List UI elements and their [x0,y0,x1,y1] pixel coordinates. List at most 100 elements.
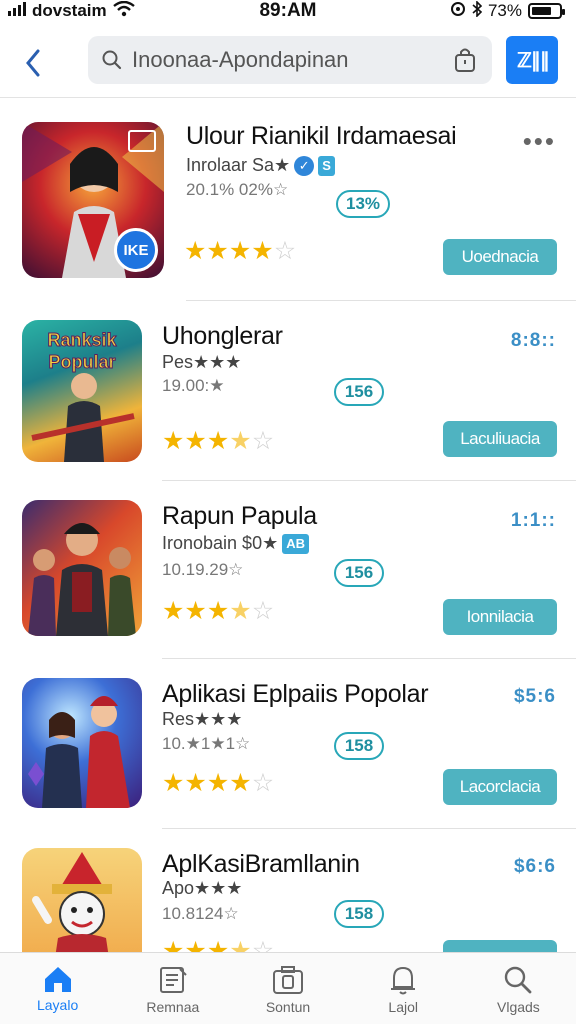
rating-star-icon: ★ [162,937,185,952]
rating-star-icon: ☆ [251,937,275,952]
app-subtitle-text: Res★★★ [162,709,243,729]
battery-percent: 73% [487,1,522,20]
rating-star-icon: ☆ [273,237,297,265]
rating-star-icon: ★ [184,769,207,797]
app-title[interactable]: AplKasiBramllanin [162,850,360,879]
shopping-bag-icon[interactable] [452,46,478,74]
more-options-button[interactable]: ••• [523,128,556,154]
download-button[interactable]: Laculiuacia [443,421,557,457]
bluetooth-icon [472,0,483,22]
rating-star-icon: ★ [229,427,252,455]
wifi-icon [112,0,135,22]
rating-star-icon: ★ [162,769,185,797]
search-icon [102,50,122,70]
app-meta: 10.8124☆ [162,904,239,923]
size-badge: 158 [334,900,384,928]
app-thumbnail[interactable]: IKE [22,122,164,278]
app-list: IKE Ulour Rianikil Irdamaesai ••• Inrola… [0,100,576,952]
app-title[interactable]: Uhonglerar [162,322,283,351]
top-right-meta: 8:8:: [510,330,556,351]
bottom-tab-bar: Layalo Remnaa Sontun Lajol Vlgads [0,952,576,1024]
app-subtitle: Apo★★★ [162,878,242,899]
rating-star-icon: ☆ [251,427,275,455]
tab-search[interactable]: Vlgads [461,953,576,1024]
tab-label: Lajol [388,999,418,1015]
app-meta: 20.1% 02%☆ [186,180,289,199]
size-badge: 156 [334,559,384,587]
app-subtitle-text: Ironobain $0★ [162,533,279,553]
location-icon [450,1,466,22]
download-button[interactable] [443,940,557,952]
rating-star-icon: ★ [206,769,230,797]
list-item[interactable]: IKE Ulour Rianikil Irdamaesai ••• Inrola… [0,100,576,300]
bell-icon [391,966,416,995]
download-button[interactable]: Uoednacia [443,239,557,275]
home-icon [44,967,71,992]
rating-star-icon: ★ [206,237,229,265]
list-item[interactable]: AplKasiBramllanin $6:6 Apo★★★ 10.8124☆ 1… [0,828,576,952]
tab-label: Sontun [265,999,311,1015]
top-right-meta: $5:6 [513,686,556,707]
rating-star-icon: ★ [251,237,274,265]
app-thumbnail[interactable] [22,678,142,808]
download-button[interactable]: Lacorclacia [443,769,557,805]
app-thumbnail[interactable] [22,848,142,952]
rating-star-icon: ★ [206,597,230,625]
size-badge: 13% [336,190,391,218]
rating-star-icon: ★ [229,597,252,625]
rating-stars: ★★★★☆ [162,768,274,798]
list-item[interactable]: Ranksik Popular Uhonglerar 8:8:: Pes★★★ … [0,300,576,480]
rating-star-icon: ★ [206,427,230,455]
app-subtitle: Res★★★ [162,709,242,730]
app-artwork-icon [28,696,130,808]
rating-star-icon: ★ [206,937,230,952]
app-subtitle-text: Pes★★★ [162,352,242,372]
app-title[interactable]: Ulour Rianikil Irdamaesai [186,122,457,151]
size-badge: 158 [334,732,384,760]
battery-icon [528,3,565,19]
app-title[interactable]: Aplikasi Eplpaiis Popolar [162,680,429,709]
rating-star-icon: ★ [229,937,252,952]
tab-camera[interactable]: Sontun [230,953,345,1024]
app-artwork-icon [28,523,136,636]
rating-star-icon: ★ [162,427,185,455]
chevron-left-icon [26,49,40,76]
signal-icon [8,1,26,21]
app-subtitle-text: Inrolaar Sa★ [186,155,291,175]
status-right: 73% [450,0,565,22]
tab-label: Remnaa [146,999,200,1015]
app-subtitle: Ironobain $0★ AB [162,533,309,554]
list-item[interactable]: Aplikasi Eplpaiis Popolar $5:6 Res★★★ 10… [0,658,576,828]
search-icon [505,966,532,994]
app-thumbnail[interactable]: Ranksik Popular [22,320,142,462]
rating-star-icon: ★ [184,427,207,455]
svg-text:Popular: Popular [48,352,115,372]
search-field[interactable]: Inoonaa-Apondapinan [88,36,492,84]
rating-star-icon: ☆ [251,769,275,797]
top-right-meta: $6:6 [513,856,556,877]
camera-icon [273,966,303,994]
top-header: Inoonaa-Apondapinan ℤ∥∥ [0,28,576,98]
rating-stars: ★★★★☆ [162,426,274,456]
app-meta: 10.★1★1☆ [162,734,251,753]
list-item[interactable]: Rapun Papula 1:1:: Ironobain $0★ AB 10.1… [0,480,576,658]
rating-star-icon: ★ [184,937,207,952]
svg-text:ℤ∥∥: ℤ∥∥ [517,50,549,72]
verified-icon: ✓ [294,155,315,176]
tab-home[interactable]: Layalo [0,953,115,1024]
app-meta: 10.19.29☆ [162,560,244,579]
app-title[interactable]: Rapun Papula [162,502,317,531]
download-button[interactable]: Ionnilacia [443,599,557,635]
rating-star-icon: ★ [184,597,207,625]
app-subtitle: Pes★★★ [162,352,241,373]
rating-star-icon: ★ [184,237,207,265]
back-button[interactable] [18,43,48,83]
header-action-button[interactable]: ℤ∥∥ [506,36,558,84]
tab-notes[interactable]: Remnaa [115,953,230,1024]
app-thumbnail[interactable] [22,500,142,636]
carrier-name: dovstaim [32,1,107,20]
rating-stars: ★★★★☆ [162,596,274,626]
tab-notifications[interactable]: Lajol [346,953,461,1024]
tab-label: Vlgads [497,999,540,1015]
svg-text:Ranksik: Ranksik [47,330,117,350]
